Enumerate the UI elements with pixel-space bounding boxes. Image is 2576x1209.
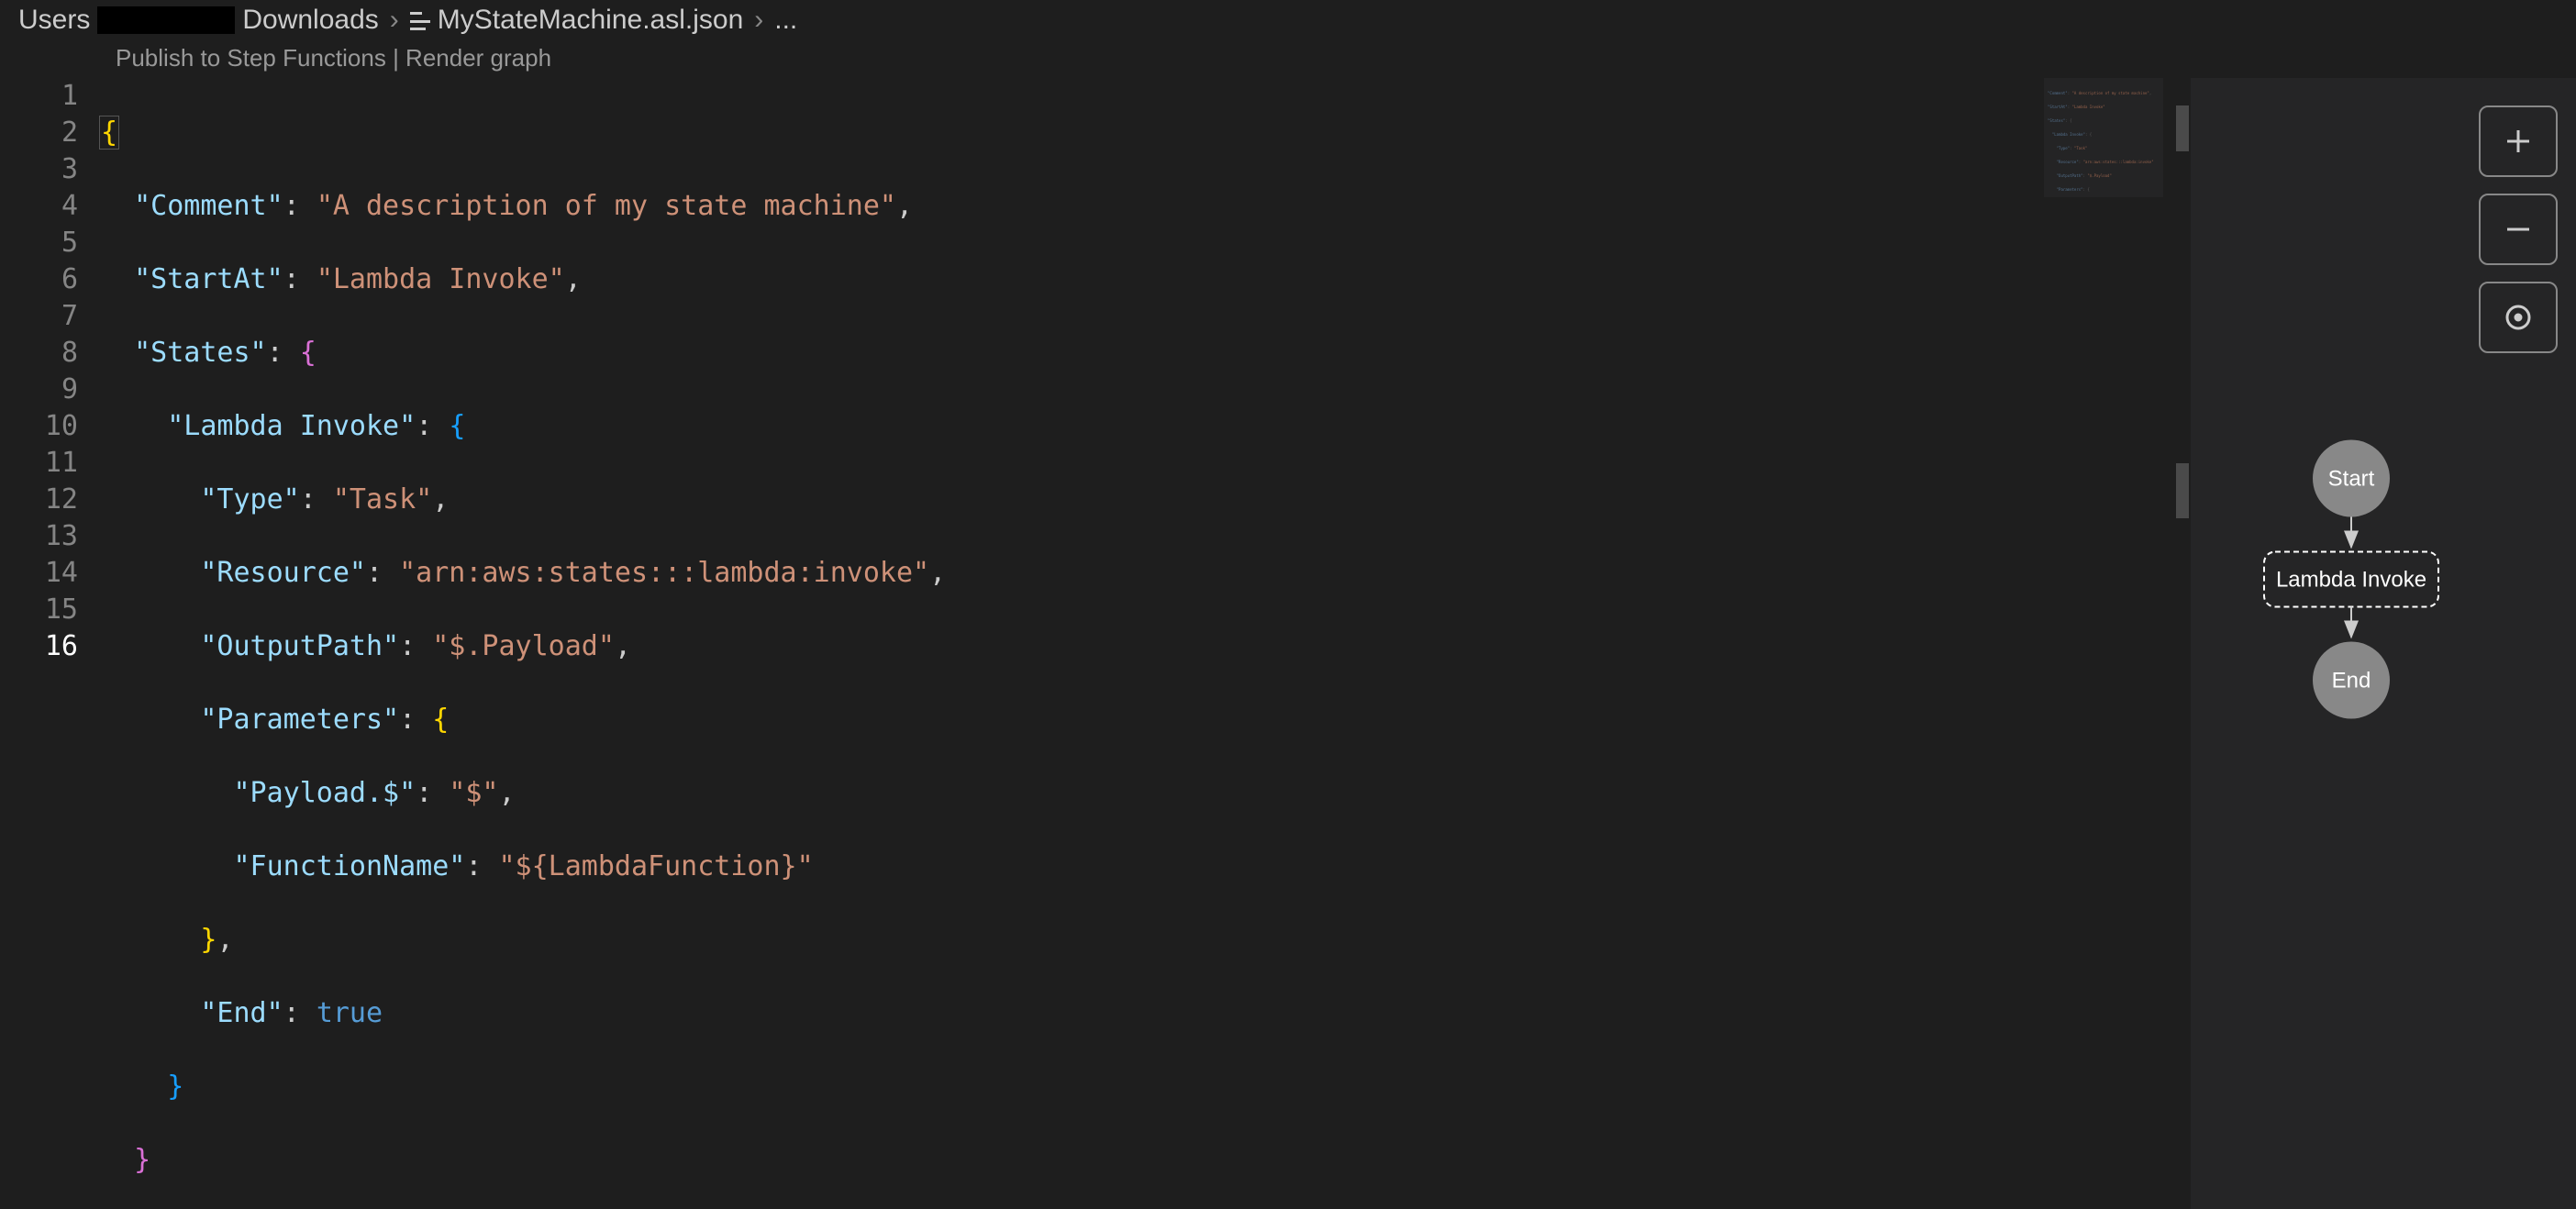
brace-open: { — [449, 410, 465, 442]
json-key: "Payload.$" — [234, 777, 416, 809]
end-node-label: End — [2332, 669, 2371, 693]
json-file-icon — [410, 12, 430, 30]
json-string: "$.Payload" — [432, 630, 615, 662]
render-graph-link[interactable]: Render graph — [405, 44, 551, 72]
graph-pane: Start Lambda Invoke End — [2191, 78, 2576, 1209]
code-area[interactable]: { "Comment": "A description of my state … — [101, 78, 2163, 1209]
line-number: 11 — [0, 445, 78, 482]
json-string: "arn:aws:states:::lambda:invoke" — [399, 557, 929, 589]
brace-open: { — [432, 704, 449, 736]
json-key: "FunctionName" — [234, 850, 466, 882]
breadcrumb-downloads[interactable]: Downloads — [242, 5, 378, 36]
json-string: "$" — [449, 777, 498, 809]
json-string: "${LambdaFunction}" — [499, 850, 814, 882]
target-icon — [2502, 301, 2535, 334]
json-key: "End" — [200, 997, 283, 1029]
editor-scrollbar[interactable] — [2163, 78, 2191, 1209]
scrollbar-thumb[interactable] — [2176, 463, 2189, 518]
json-key: "Type" — [200, 483, 299, 516]
line-number: 12 — [0, 482, 78, 518]
json-string: "Lambda Invoke" — [316, 263, 565, 295]
line-number: 16 — [0, 628, 78, 665]
brace-close: } — [200, 924, 217, 956]
json-key: "States" — [134, 337, 267, 369]
codelens-bar: Publish to Step Functions | Render graph — [0, 40, 2576, 78]
brace-open: { — [99, 116, 119, 150]
minus-icon — [2502, 213, 2535, 246]
json-bool: true — [316, 997, 383, 1029]
brace-open: { — [300, 337, 316, 369]
json-string: "Task" — [333, 483, 432, 516]
codelens-separator: | — [386, 44, 405, 72]
line-number: 6 — [0, 261, 78, 298]
json-key: "Comment" — [134, 190, 283, 222]
breadcrumb-redacted — [97, 6, 235, 34]
line-number: 13 — [0, 518, 78, 555]
chevron-right-icon: › — [754, 5, 763, 36]
line-number: 9 — [0, 372, 78, 408]
minimap[interactable]: "Comment": "A description of my state ma… — [2044, 78, 2163, 197]
json-string: "A description of my state machine" — [316, 190, 896, 222]
scrollbar-thumb[interactable] — [2176, 105, 2189, 151]
zoom-out-button[interactable] — [2479, 194, 2558, 265]
json-key: "Resource" — [200, 557, 366, 589]
breadcrumb-ellipsis[interactable]: ... — [774, 5, 797, 36]
plus-icon — [2502, 125, 2535, 158]
brace-close: } — [134, 1144, 150, 1176]
line-number: 7 — [0, 298, 78, 335]
center-button[interactable] — [2479, 282, 2558, 353]
line-number: 8 — [0, 335, 78, 372]
line-number: 10 — [0, 408, 78, 445]
brace-close: } — [167, 1070, 183, 1103]
line-number: 14 — [0, 555, 78, 592]
json-key: "Lambda Invoke" — [167, 410, 416, 442]
line-number: 1 — [0, 78, 78, 115]
start-node-label: Start — [2328, 467, 2375, 492]
line-number: 3 — [0, 151, 78, 188]
task-node-label: Lambda Invoke — [2276, 568, 2426, 593]
graph-controls — [2479, 105, 2558, 353]
line-number: 2 — [0, 115, 78, 151]
json-key: "Parameters" — [200, 704, 399, 736]
line-number: 4 — [0, 188, 78, 225]
publish-link[interactable]: Publish to Step Functions — [116, 44, 386, 72]
breadcrumb: Users Downloads › MyStateMachine.asl.jso… — [0, 0, 2576, 40]
breadcrumb-users[interactable]: Users — [18, 5, 90, 36]
line-gutter: 1 2 3 4 5 6 7 8 9 10 11 12 13 14 15 16 — [0, 78, 101, 1209]
editor-pane[interactable]: 1 2 3 4 5 6 7 8 9 10 11 12 13 14 15 16 {… — [0, 78, 2191, 1209]
json-key: "OutputPath" — [200, 630, 399, 662]
zoom-in-button[interactable] — [2479, 105, 2558, 177]
chevron-right-icon: › — [390, 5, 399, 36]
line-number: 5 — [0, 225, 78, 261]
json-key: "StartAt" — [134, 263, 283, 295]
line-number: 15 — [0, 592, 78, 628]
breadcrumb-file[interactable]: MyStateMachine.asl.json — [438, 5, 744, 36]
